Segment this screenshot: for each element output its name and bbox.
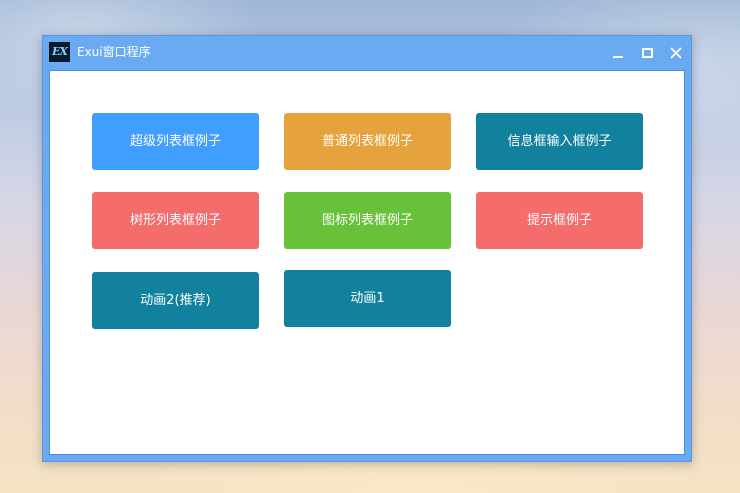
window-title: Exui窗口程序 [77,45,151,59]
maximize-icon [642,48,653,58]
animation-2-button[interactable]: 动画2(推荐) [92,272,259,329]
msgbox-inputbox-example-button[interactable]: 信息框输入框例子 [476,113,643,170]
close-icon [670,47,682,59]
icon-listbox-example-button[interactable]: 图标列表框例子 [284,192,451,249]
tooltip-example-button[interactable]: 提示框例子 [476,192,643,249]
title-bar[interactable]: EX Exui窗口程序 [43,36,691,70]
app-window: EX Exui窗口程序 超级列表框例子 普通列表框例子 信息框输入框例子 树形列… [42,35,692,462]
minimize-icon [613,56,623,58]
tree-listbox-example-button[interactable]: 树形列表框例子 [92,192,259,249]
app-logo-icon: EX [49,42,70,62]
maximize-button[interactable] [634,42,660,64]
super-listbox-example-button[interactable]: 超级列表框例子 [92,113,259,170]
normal-listbox-example-button[interactable]: 普通列表框例子 [284,113,451,170]
animation-1-button[interactable]: 动画1 [284,270,451,327]
client-area: 超级列表框例子 普通列表框例子 信息框输入框例子 树形列表框例子 图标列表框例子… [49,70,685,455]
close-button[interactable] [663,42,689,64]
minimize-button[interactable] [605,42,631,64]
